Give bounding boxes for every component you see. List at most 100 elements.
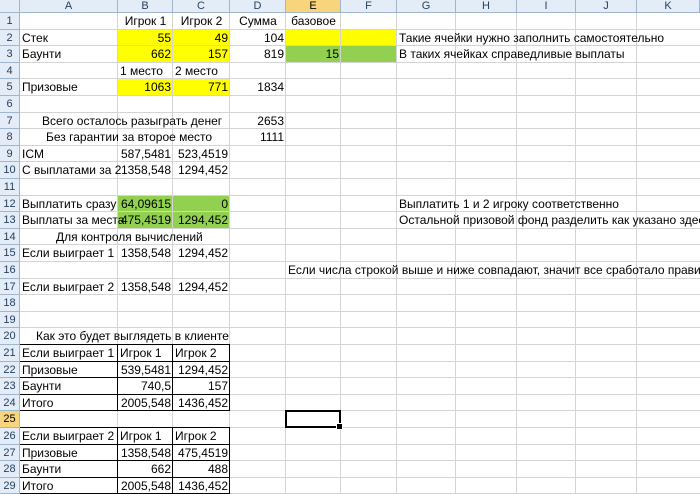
row-header-28[interactable]: 28 (0, 461, 20, 478)
row-header-15[interactable]: 15 (0, 245, 20, 262)
column-header-k[interactable]: K (637, 0, 700, 13)
column-header-g[interactable]: G (397, 0, 456, 13)
cell-c22[interactable]: 1294,452 (173, 362, 230, 378)
row-header-18[interactable]: 18 (0, 295, 20, 312)
cell-c17[interactable]: 1294,452 (173, 279, 230, 295)
cell-g13[interactable]: Остальной призовой фонд разделить как ук… (397, 212, 700, 228)
row-header-27[interactable]: 27 (0, 444, 20, 462)
cell-d1[interactable]: Сумма (230, 13, 286, 29)
cell-d5[interactable]: 1834 (230, 79, 286, 95)
cell-a10[interactable]: С выплатами за 2 (20, 162, 123, 178)
row-header-14[interactable]: 14 (0, 228, 20, 246)
cell-c29[interactable]: 1436,452 (173, 478, 230, 494)
row-header-11[interactable]: 11 (0, 179, 20, 196)
column-header-c[interactable]: C (173, 0, 230, 13)
column-header-e[interactable]: E (286, 0, 341, 13)
cell-c9[interactable]: 523,4519 (173, 146, 230, 162)
cell-e16[interactable]: Если числа строкой выше и ниже совпадают… (286, 262, 700, 278)
column-header-f[interactable]: F (341, 0, 397, 13)
cell-c24[interactable]: 1436,452 (173, 395, 230, 411)
cell-a15[interactable]: Если выиграет 1 (20, 245, 116, 261)
active-cell-cursor[interactable] (285, 410, 343, 430)
cell-a27[interactable]: Призовые (20, 445, 80, 461)
row-header-25[interactable]: 25 (0, 411, 20, 428)
cell-a28[interactable]: Баунти (20, 461, 63, 477)
cell-b12[interactable]: 64,09615 (118, 196, 173, 212)
cell-c23[interactable]: 157 (173, 378, 230, 394)
cell-c15[interactable]: 1294,452 (173, 245, 230, 261)
cell-g3[interactable]: В таких ячейках справедливые выплаты (397, 46, 627, 62)
row-header-22[interactable]: 22 (0, 361, 20, 379)
cell-c26[interactable]: Игрок 2 (173, 428, 219, 444)
cell-c28[interactable]: 488 (173, 461, 230, 477)
row-header-6[interactable]: 6 (0, 96, 20, 113)
cell-g12[interactable]: Выплатить 1 и 2 игроку соответственно (397, 196, 621, 212)
column-header-b[interactable]: B (118, 0, 173, 13)
row-header-13[interactable]: 13 (0, 212, 20, 229)
row-header-23[interactable]: 23 (0, 378, 20, 395)
row-header-26[interactable]: 26 (0, 428, 20, 445)
cell-c10[interactable]: 1294,452 (173, 162, 230, 178)
cell-b3[interactable]: 662 (118, 46, 173, 62)
spreadsheet-grid[interactable]: A B C D E F G H I J K 1 2 3 4 5 6 7 8 9 10 11 12 13 14 15 16 17 18 19… (0, 0, 700, 494)
cell-a24[interactable]: Итого (20, 395, 55, 411)
row-header-17[interactable]: 17 (0, 278, 20, 296)
cell-b5[interactable]: 1063 (118, 79, 173, 95)
row-header-9[interactable]: 9 (0, 145, 20, 163)
cell-a2[interactable]: Стек (20, 30, 50, 46)
column-header-i[interactable]: I (517, 0, 576, 13)
cell-a20[interactable]: Как это будет выглядеть в клиенте (34, 328, 231, 344)
cell-e3[interactable]: 15 (286, 46, 341, 62)
row-header-12[interactable]: 12 (0, 195, 20, 213)
cell-c3[interactable]: 157 (173, 46, 230, 62)
row-header-19[interactable]: 19 (0, 311, 20, 329)
cell-a26[interactable]: Если выиграет 2 (20, 428, 116, 444)
cell-b28[interactable]: 662 (118, 461, 173, 477)
row-header-29[interactable]: 29 (0, 477, 20, 494)
row-header-2[interactable]: 2 (0, 29, 20, 47)
cell-a21[interactable]: Если выиграет 1 (20, 345, 116, 361)
cell-a3[interactable]: Баунти (20, 46, 63, 62)
cell-a9[interactable]: ICM (20, 146, 46, 162)
cell-a8[interactable]: Без гарантии за второе место (44, 129, 214, 145)
cell-b22[interactable]: 539,5481 (118, 362, 173, 378)
row-header-20[interactable]: 20 (0, 328, 20, 345)
cell-b9[interactable]: 587,5481 (118, 146, 173, 162)
select-all-corner[interactable] (0, 0, 20, 13)
cell-b27[interactable]: 1358,548 (118, 445, 173, 461)
cell-b2[interactable]: 55 (118, 30, 173, 46)
cell-d8[interactable]: 1111 (230, 129, 286, 145)
row-header-5[interactable]: 5 (0, 79, 20, 96)
cell-a23[interactable]: Баунти (20, 378, 63, 394)
row-header-8[interactable]: 8 (0, 129, 20, 146)
cell-d2[interactable]: 104 (230, 30, 286, 46)
row-header-21[interactable]: 21 (0, 345, 20, 362)
cell-c27[interactable]: 475,4519 (173, 445, 230, 461)
cell-d3[interactable]: 819 (230, 46, 286, 62)
cell-c12[interactable]: 0 (173, 196, 230, 212)
row-header-7[interactable]: 7 (0, 112, 20, 130)
cell-b4[interactable]: 1 место (118, 63, 165, 79)
column-header-a[interactable]: A (20, 0, 118, 13)
cell-b23[interactable]: 740,5 (118, 378, 173, 394)
cell-a14[interactable]: Для контроля вычислений (54, 229, 205, 245)
cell-b10[interactable]: 1358,548 (118, 162, 173, 178)
cell-c21[interactable]: Игрок 2 (173, 345, 219, 361)
cell-a29[interactable]: Итого (20, 478, 55, 494)
row-header-24[interactable]: 24 (0, 394, 20, 412)
cell-b13[interactable]: 475,4519 (118, 212, 173, 228)
cell-a22[interactable]: Призовые (20, 362, 80, 378)
cell-c4[interactable]: 2 место (173, 63, 220, 79)
cell-b15[interactable]: 1358,548 (118, 245, 173, 261)
cell-c1[interactable]: Игрок 2 (173, 13, 230, 29)
cell-a7[interactable]: Всего осталось разыграть денег (40, 113, 224, 129)
row-header-1[interactable]: 1 (0, 13, 20, 30)
cell-b17[interactable]: 1358,548 (118, 279, 173, 295)
cell-a13[interactable]: Выплаты за места (20, 212, 126, 228)
column-header-d[interactable]: D (230, 0, 286, 13)
cell-g2[interactable]: Такие ячейки нужно заполнить самостоятел… (397, 30, 666, 46)
cell-b24[interactable]: 2005,548 (118, 395, 173, 411)
cell-b1[interactable]: Игрок 1 (118, 13, 173, 29)
cell-d7[interactable]: 2653 (230, 113, 286, 129)
cell-b21[interactable]: Игрок 1 (118, 345, 164, 361)
